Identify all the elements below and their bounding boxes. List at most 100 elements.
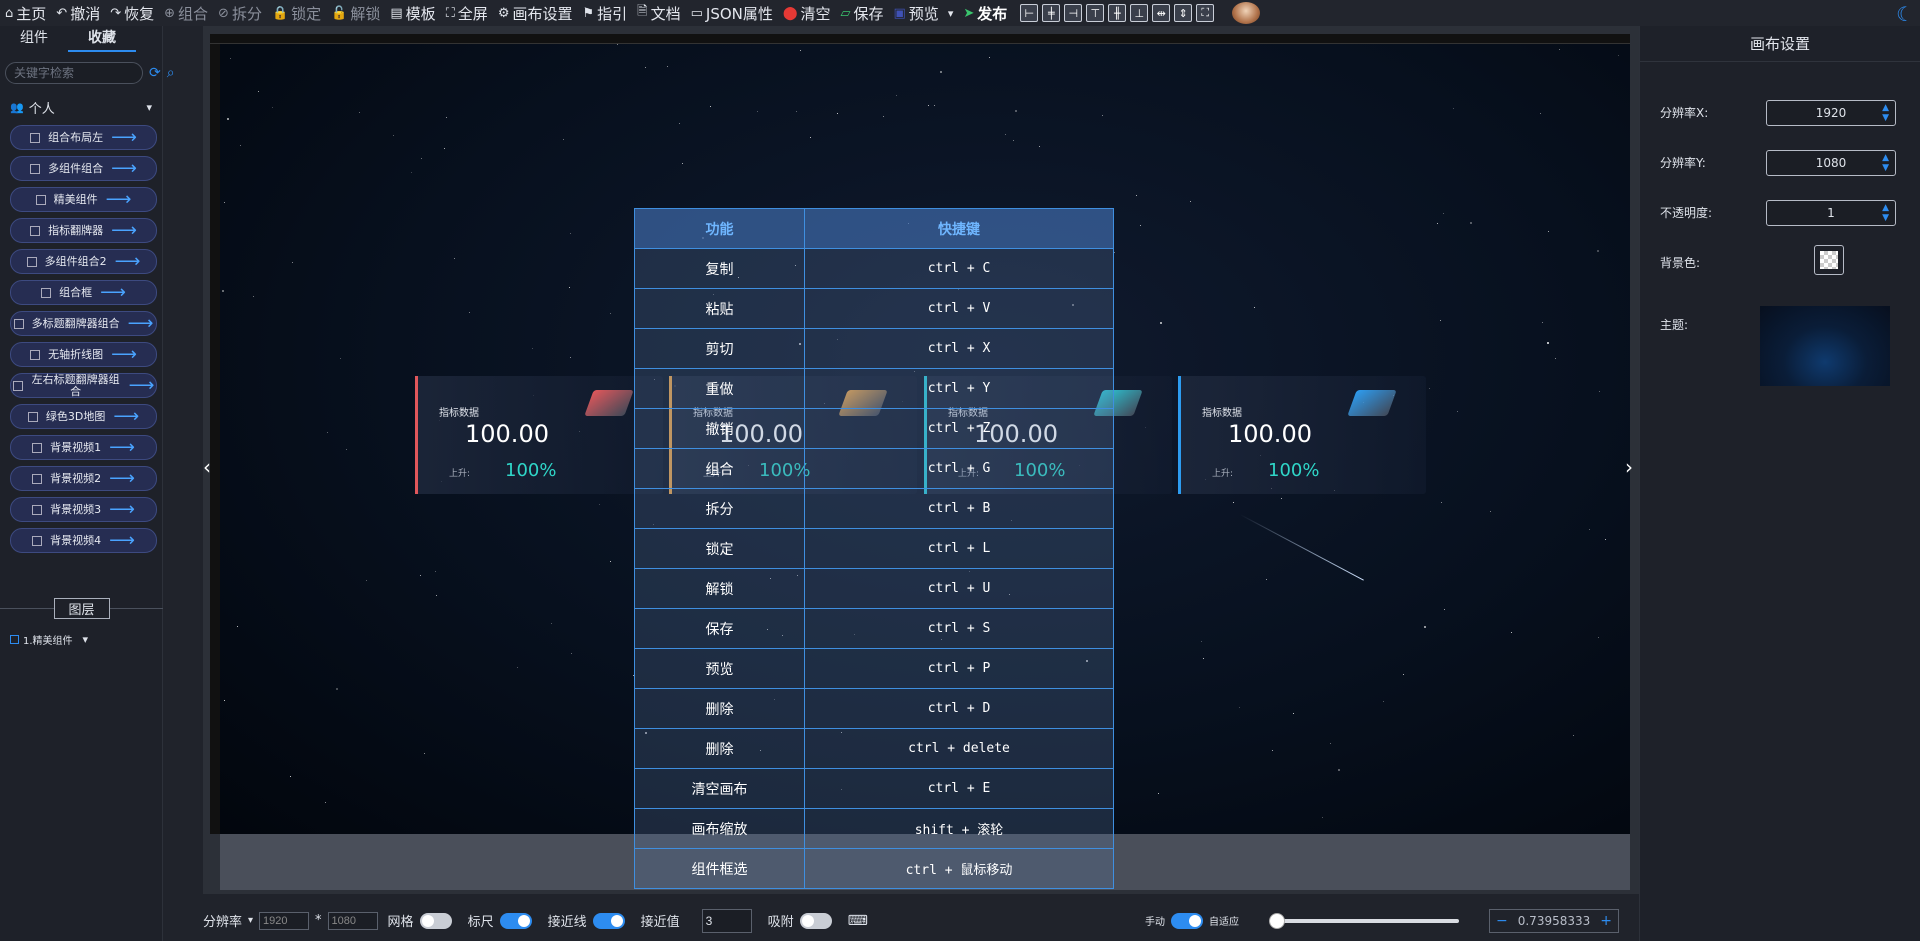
arrow-right-icon[interactable]: ⟶ [111, 128, 137, 146]
distribute-v-icon[interactable]: ⇕ [1174, 4, 1193, 22]
arrow-right-icon[interactable]: ⟶ [111, 221, 137, 239]
spinner-icon[interactable]: ▲ ▼ [1882, 203, 1889, 223]
tab-favorites[interactable]: 收藏 [68, 26, 136, 52]
arrow-right-icon[interactable]: ⟶ [109, 500, 135, 518]
avatar[interactable] [1232, 2, 1261, 24]
toolbar-button-gear[interactable]: ⚙ 画布设置 [493, 0, 578, 26]
grid-toggle[interactable] [419, 912, 452, 929]
favorite-item[interactable]: 多标题翻牌器组合 ⟶ [10, 311, 157, 336]
toolbar-button-undo[interactable]: ↶ 撤消 [51, 0, 105, 26]
moon-icon[interactable]: ☾ [1896, 2, 1914, 26]
arrow-right-icon[interactable]: ⟶ [106, 190, 132, 208]
favorite-item[interactable]: 背景视频4 ⟶ [10, 528, 157, 553]
theme-thumbnail[interactable] [1760, 306, 1890, 386]
arrow-right-icon[interactable]: ⟶ [113, 407, 139, 425]
chevron-down-icon[interactable]: ▾ [83, 633, 89, 646]
align-center-h-icon[interactable]: ╪ [1042, 4, 1061, 22]
toolbar-button-split[interactable]: ⊘ 拆分 [213, 0, 267, 26]
favorite-item[interactable]: 指标翻牌器 ⟶ [10, 218, 157, 243]
favorite-item[interactable]: 多组件组合 ⟶ [10, 156, 157, 181]
res-y-input[interactable]: 1080 ▲ ▼ [1766, 150, 1896, 176]
spinner-icon[interactable]: ▲ ▼ [1882, 103, 1889, 123]
zoom-value[interactable]: 0.73958333 [1518, 914, 1591, 928]
star [571, 653, 572, 654]
search-input[interactable] [5, 62, 143, 84]
favorite-item[interactable]: 无轴折线图 ⟶ [10, 342, 157, 367]
toolbar-button-lock[interactable]: 🔒 锁定 [267, 0, 326, 26]
arrow-right-icon[interactable]: ⟶ [128, 314, 154, 332]
toolbar-button-home[interactable]: ⌂ 主页 [0, 0, 51, 26]
zoom-minus-button[interactable]: − [1496, 913, 1508, 929]
align-left-icon[interactable]: ⊢ [1020, 4, 1039, 22]
align-center-v-icon[interactable]: ╫ [1108, 4, 1127, 22]
toolbar-button-document[interactable]: 🗎 文档 [632, 0, 685, 26]
snapline-label: 接近线 [547, 915, 587, 930]
refresh-icon[interactable]: ⟳ [149, 65, 161, 81]
align-top-icon[interactable]: ⊤ [1086, 4, 1105, 22]
ruler-toggle[interactable] [499, 912, 532, 929]
search-icon[interactable]: ⌕ [167, 65, 175, 81]
toolbar-button-template[interactable]: ▤ 模板 [385, 0, 440, 26]
arrow-right-icon[interactable]: ⟶ [115, 252, 141, 270]
toolbar-button-flag[interactable]: ⚑ 指引 [577, 0, 632, 26]
res-x-input[interactable]: 1920 ▲ ▼ [1766, 100, 1896, 126]
metric-card[interactable]: 指标数据 100.00 上升: 100% [1178, 376, 1426, 494]
arrow-right-icon[interactable]: ⟶ [129, 376, 155, 394]
favorite-item[interactable]: 精美组件 ⟶ [10, 187, 157, 212]
zoom-slider[interactable] [1269, 912, 1459, 929]
favorite-item[interactable]: 背景视频2 ⟶ [10, 466, 157, 491]
zoom-plus-button[interactable]: + [1600, 913, 1612, 929]
scale-mode-toggle[interactable] [1171, 912, 1203, 929]
favorite-item[interactable]: 多组件组合2 ⟶ [10, 249, 157, 274]
metric-card[interactable]: 指标数据 100.00 上升: 100% [415, 376, 663, 494]
chevron-down-icon[interactable]: ▾ [248, 915, 253, 926]
layer-checkbox[interactable] [10, 635, 19, 644]
toolbar-button-send[interactable]: ➤ 发布 [958, 0, 1012, 26]
zoom-slider-knob[interactable] [1269, 912, 1285, 929]
group-selector[interactable]: 👥 个人 ▾ [10, 98, 152, 117]
spinner-icon[interactable]: ▲ ▼ [1882, 153, 1889, 173]
toolbar-button-redo[interactable]: ↷ 恢复 [105, 0, 159, 26]
search-row: ⟳ ⌕ [5, 62, 175, 84]
chevron-left-icon[interactable]: ‹ [203, 455, 211, 479]
adsorb-toggle[interactable] [799, 912, 832, 929]
snapline-toggle[interactable] [592, 912, 625, 929]
toolbar-button-fullscreen[interactable]: ⛶ 全屏 [441, 0, 493, 26]
chevron-right-icon[interactable]: › [1625, 455, 1633, 479]
favorite-item[interactable]: 绿色3D地图 ⟶ [10, 404, 157, 429]
align-right-icon[interactable]: ⊣ [1064, 4, 1083, 22]
arrow-right-icon[interactable]: ⟶ [111, 345, 137, 363]
distribute-h-icon[interactable]: ⇹ [1152, 4, 1171, 22]
favorite-item[interactable]: 组合框 ⟶ [10, 280, 157, 305]
resolution-x-input[interactable] [259, 911, 310, 930]
chevron-down-icon[interactable]: ▾ [948, 7, 954, 20]
bgcolor-picker[interactable] [1814, 245, 1844, 275]
toolbar-button-save[interactable]: ▱ 保存 [835, 0, 888, 26]
favorite-item[interactable]: 背景视频3 ⟶ [10, 497, 157, 522]
ruler-horizontal[interactable] [210, 34, 1630, 44]
arrow-right-icon[interactable]: ⟶ [109, 438, 135, 456]
resolution-y-input[interactable] [327, 911, 378, 930]
toolbar-button-clear[interactable]: ⬤ 清空 [778, 0, 836, 26]
favorite-item[interactable]: 组合布局左 ⟶ [10, 125, 157, 150]
favorite-item[interactable]: 左右标题翻牌器组合 ⟶ [10, 373, 157, 398]
toolbar-button-group[interactable]: ⊕ 组合 [159, 0, 213, 26]
arrow-right-icon[interactable]: ⟶ [100, 283, 126, 301]
toolbar-button-label: 文档 [650, 4, 681, 23]
opacity-input[interactable]: 1 ▲ ▼ [1766, 200, 1896, 226]
layer-item[interactable]: 1.精美组件 ▾ [10, 632, 88, 647]
arrow-right-icon[interactable]: ⟶ [111, 159, 137, 177]
favorite-item[interactable]: 背景视频1 ⟶ [10, 435, 157, 460]
ruler-vertical[interactable] [210, 44, 220, 834]
tab-components[interactable]: 组件 [0, 26, 68, 52]
align-bottom-icon[interactable]: ⊥ [1130, 4, 1149, 22]
snap-value-input[interactable] [701, 908, 752, 933]
zoom-stepper[interactable]: − 0.73958333 + [1489, 908, 1619, 933]
arrow-right-icon[interactable]: ⟶ [109, 531, 135, 549]
toolbar-button-folder[interactable]: ▭ JSON属性 [686, 0, 778, 26]
toolbar-button-preview[interactable]: ▣ 预览 ▾ [889, 0, 959, 26]
toolbar-button-unlock[interactable]: 🔓 解锁 [326, 0, 385, 26]
keyboard-icon[interactable]: ⌨ [848, 913, 868, 929]
fit-screen-icon[interactable]: ⛶ [1196, 4, 1215, 22]
arrow-right-icon[interactable]: ⟶ [109, 469, 135, 487]
